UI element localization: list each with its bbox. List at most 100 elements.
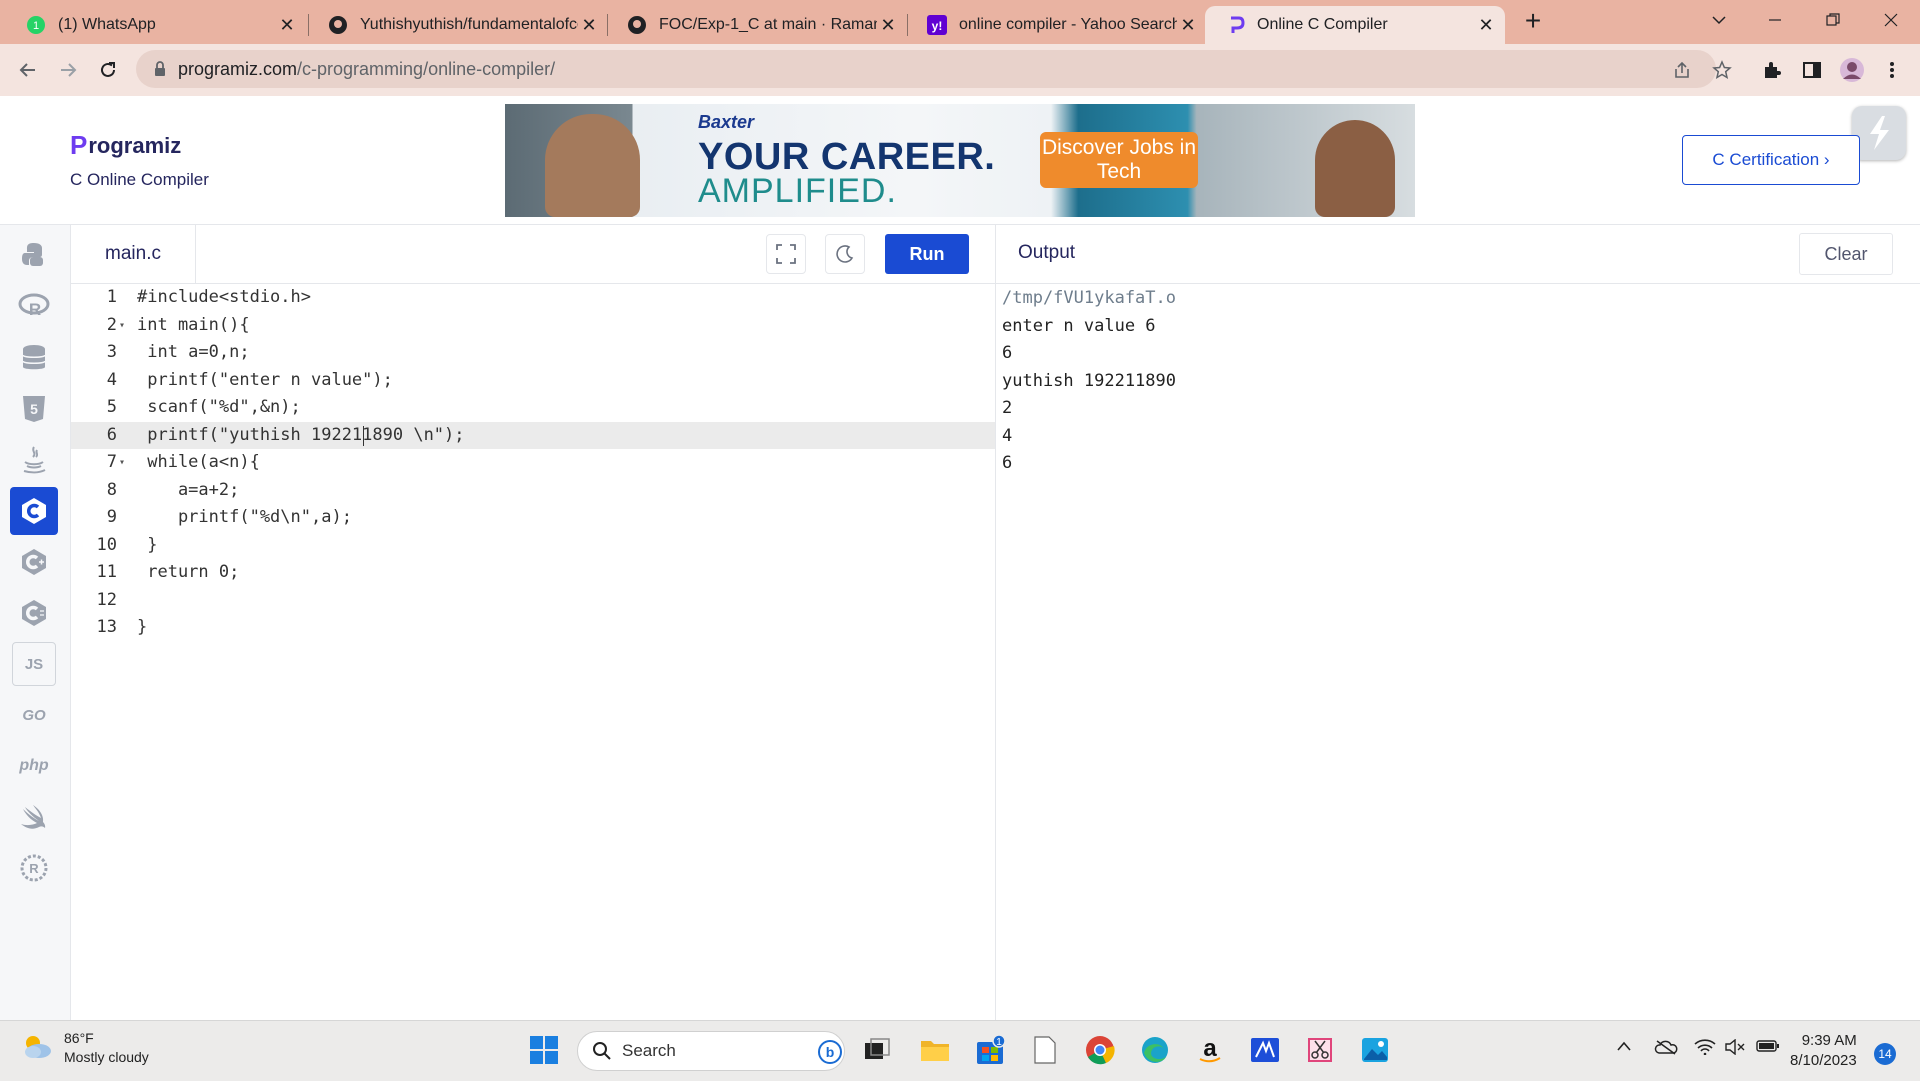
output-line: yuthish 192211890	[1002, 370, 1176, 391]
r-language-icon[interactable]: R	[10, 282, 58, 330]
code-line[interactable]: 4 printf("enter n value");	[71, 367, 995, 395]
code-editor[interactable]: 1 #include<stdio.h> 2 ▾ int main(){3 int a=0…	[71, 284, 995, 1020]
snipping-tool-icon[interactable]	[1303, 1033, 1337, 1067]
tab-title: Yuthishyuthish/fundamentalofcor	[360, 16, 578, 33]
cpp-icon[interactable]	[10, 538, 58, 586]
tab-search-chevron-icon[interactable]	[1696, 0, 1742, 40]
minimize-icon[interactable]	[1752, 0, 1798, 40]
code-line[interactable]: 13}	[71, 614, 995, 642]
tab-online-c-compiler[interactable]: Online C Compiler ✕	[1205, 6, 1505, 44]
volume-muted-icon[interactable]	[1724, 1038, 1746, 1058]
windows-start-icon[interactable]	[527, 1033, 561, 1067]
javascript-icon[interactable]: JS	[10, 640, 58, 688]
ad-banner[interactable]: Baxter YOUR CAREER. AMPLIFIED. Discover …	[505, 104, 1415, 217]
store-badge: 1	[996, 1037, 1002, 1048]
taskbar-search-box[interactable]: Search b	[577, 1031, 845, 1071]
amazon-icon[interactable]: a	[1193, 1033, 1227, 1067]
language-sidebar: R 5 JS GO php R	[0, 225, 71, 1020]
battery-icon[interactable]	[1756, 1039, 1780, 1056]
rust-icon[interactable]: R	[10, 844, 58, 892]
file-explorer-icon[interactable]	[918, 1033, 952, 1067]
wifi-icon[interactable]	[1694, 1039, 1716, 1058]
forward-arrow-icon[interactable]	[54, 56, 82, 84]
restore-icon[interactable]	[1810, 0, 1856, 40]
csharp-icon[interactable]	[10, 589, 58, 637]
ad-choices-icon[interactable]	[1852, 106, 1906, 160]
share-icon[interactable]	[1668, 56, 1696, 84]
close-tab-icon[interactable]: ✕	[578, 14, 600, 36]
back-arrow-icon[interactable]	[14, 56, 42, 84]
ad-cta-button[interactable]: Discover Jobs in Tech	[1040, 132, 1198, 188]
code-line[interactable]: 3 int a=0,n;	[71, 339, 995, 367]
new-tab-button[interactable]: +	[1518, 5, 1548, 36]
code-line[interactable]: 5 scanf("%d",&n);	[71, 394, 995, 422]
c-certification-button[interactable]: C Certification ›	[1682, 135, 1860, 185]
extensions-icon[interactable]	[1758, 56, 1786, 84]
svg-text:1: 1	[33, 20, 39, 32]
visual-studio-icon[interactable]	[1248, 1033, 1282, 1067]
code-line[interactable]: 9 printf("%d\n",a);	[71, 504, 995, 532]
weather-widget[interactable]: 86°F Mostly cloudy	[20, 1029, 149, 1067]
chrome-icon[interactable]	[1083, 1033, 1117, 1067]
run-button[interactable]: Run	[885, 234, 969, 274]
edge-icon[interactable]	[1138, 1033, 1172, 1067]
c-language-icon[interactable]	[10, 487, 58, 535]
side-panel-icon[interactable]	[1798, 56, 1826, 84]
code-text: printf("%d\n",a);	[137, 507, 352, 527]
photos-icon[interactable]	[1358, 1033, 1392, 1067]
close-window-icon[interactable]	[1868, 0, 1914, 40]
close-tab-icon[interactable]: ✕	[1475, 14, 1497, 36]
url-text[interactable]: programiz.com/c-programming/online-compi…	[178, 59, 555, 80]
line-number: 5	[106, 397, 117, 417]
file-tab-main-c[interactable]: main.c	[71, 225, 196, 283]
code-line[interactable]: 10 }	[71, 532, 995, 560]
code-line[interactable]: 1 #include<stdio.h>	[71, 284, 995, 312]
code-line[interactable]: 2 ▾ int main(){	[71, 312, 995, 340]
close-tab-icon[interactable]: ✕	[276, 14, 298, 36]
onedrive-icon[interactable]	[1654, 1039, 1678, 1058]
swift-icon[interactable]	[10, 793, 58, 841]
programiz-logo[interactable]: P rogramiz	[70, 130, 181, 161]
html5-icon[interactable]: 5	[10, 385, 58, 433]
reload-icon[interactable]	[94, 56, 122, 84]
bing-icon[interactable]: b	[818, 1040, 842, 1069]
python-icon[interactable]	[10, 231, 58, 279]
java-icon[interactable]	[10, 436, 58, 484]
profile-avatar[interactable]	[1838, 56, 1866, 84]
go-icon[interactable]: GO	[10, 691, 58, 739]
microsoft-store-icon[interactable]: 1	[973, 1033, 1007, 1067]
code-line[interactable]: 8 a=a+2;	[71, 477, 995, 505]
omnibox[interactable]: programiz.com/c-programming/online-compi…	[136, 50, 1716, 88]
close-tab-icon[interactable]: ✕	[1177, 14, 1199, 36]
lock-icon[interactable]	[154, 61, 166, 82]
dark-mode-moon-icon[interactable]	[825, 234, 865, 274]
kebab-menu-icon[interactable]	[1878, 56, 1906, 84]
clear-button[interactable]: Clear	[1799, 233, 1893, 275]
taskbar-clock[interactable]: 9:39 AM 8/10/2023	[1790, 1031, 1857, 1071]
code-line[interactable]: 6 printf("yuthish 192211890 \n");	[71, 421, 995, 449]
show-hidden-icons-chevron-icon[interactable]	[1616, 1039, 1632, 1055]
php-icon[interactable]: php	[10, 742, 58, 790]
task-view-icon[interactable]	[860, 1033, 894, 1067]
code-line[interactable]: 11 return 0;	[71, 559, 995, 587]
logo-text: rogramiz	[88, 132, 182, 158]
close-tab-icon[interactable]: ✕	[877, 14, 899, 36]
tab-github-fundamentals[interactable]: Yuthishyuthish/fundamentalofcor ✕	[308, 6, 608, 44]
cloudy-weather-icon	[20, 1031, 54, 1066]
tab-github-foc[interactable]: FOC/Exp-1_C at main · Ramanee: ✕	[607, 6, 907, 44]
code-line[interactable]: 12	[71, 587, 995, 615]
code-text: int main(){	[137, 314, 250, 335]
tab-whatsapp[interactable]: 1 (1) WhatsApp ✕	[6, 6, 306, 44]
fold-arrow-icon[interactable]: ▾	[119, 449, 125, 477]
tab-yahoo-search[interactable]: y! online compiler - Yahoo Search R ✕	[907, 6, 1207, 44]
blank-document-icon[interactable]	[1028, 1033, 1062, 1067]
sql-database-icon[interactable]	[10, 334, 58, 382]
bookmark-star-icon[interactable]	[1708, 56, 1736, 84]
fullscreen-icon[interactable]	[766, 234, 806, 274]
notification-badge[interactable]: 14	[1874, 1043, 1896, 1065]
line-number: 9	[106, 507, 117, 527]
ad-headline-2: AMPLIFIED.	[698, 172, 897, 210]
github-icon	[627, 15, 647, 35]
code-line[interactable]: 7 ▾ while(a<n){	[71, 449, 995, 477]
fold-arrow-icon[interactable]: ▾	[119, 312, 125, 340]
